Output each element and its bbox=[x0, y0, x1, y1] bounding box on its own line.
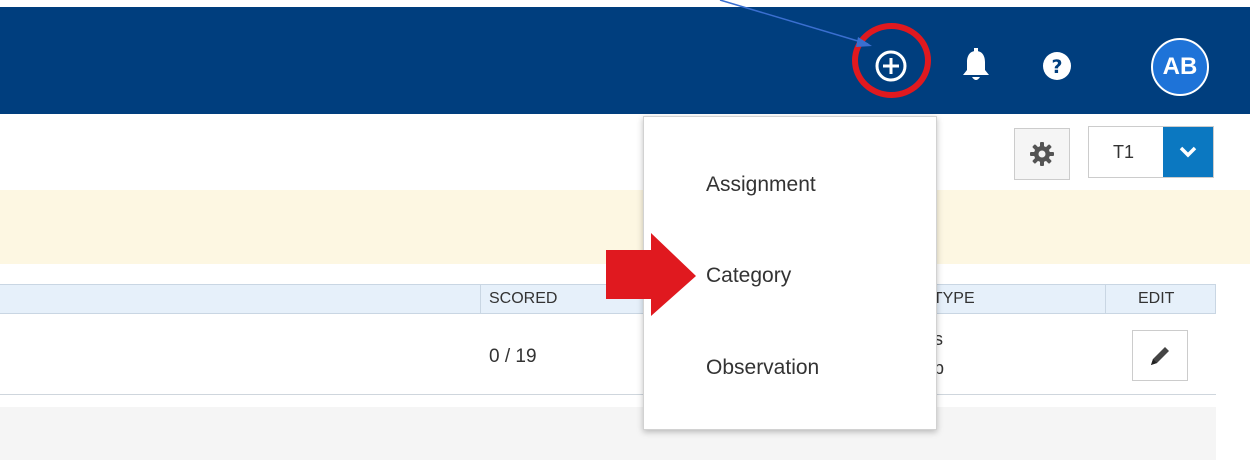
avatar-initials: AB bbox=[1162, 53, 1198, 80]
term-select[interactable]: T1 bbox=[1088, 126, 1214, 178]
column-header-edit: EDIT bbox=[1138, 290, 1175, 307]
notice-banner bbox=[0, 190, 1250, 264]
settings-button[interactable] bbox=[1014, 128, 1070, 180]
cell-scored: 0 / 19 bbox=[489, 346, 537, 367]
table-row: 0 / 19 s p bbox=[0, 314, 1216, 395]
pencil-icon bbox=[1151, 346, 1169, 365]
avatar[interactable]: AB bbox=[1151, 38, 1209, 96]
table-header: SCORED E TYPE EDIT bbox=[0, 284, 1216, 314]
bell-icon[interactable] bbox=[960, 47, 992, 83]
chevron-down-icon[interactable] bbox=[1163, 127, 1213, 177]
question-circle-icon[interactable]: ? bbox=[1042, 51, 1072, 81]
menu-item-category[interactable]: Category bbox=[706, 264, 791, 288]
svg-text:?: ? bbox=[1051, 56, 1062, 78]
top-nav-bar: ? AB bbox=[0, 7, 1250, 114]
plus-circle-icon[interactable] bbox=[874, 49, 908, 83]
column-header-scored: SCORED bbox=[489, 290, 558, 307]
edit-button[interactable] bbox=[1132, 330, 1188, 381]
menu-item-assignment[interactable]: Assignment bbox=[706, 173, 816, 197]
term-select-value: T1 bbox=[1113, 142, 1135, 162]
gear-icon bbox=[1030, 142, 1054, 166]
menu-item-observation[interactable]: Observation bbox=[706, 356, 819, 380]
content-panel bbox=[0, 407, 1216, 460]
add-menu: Assignment Category Observation bbox=[643, 116, 937, 430]
